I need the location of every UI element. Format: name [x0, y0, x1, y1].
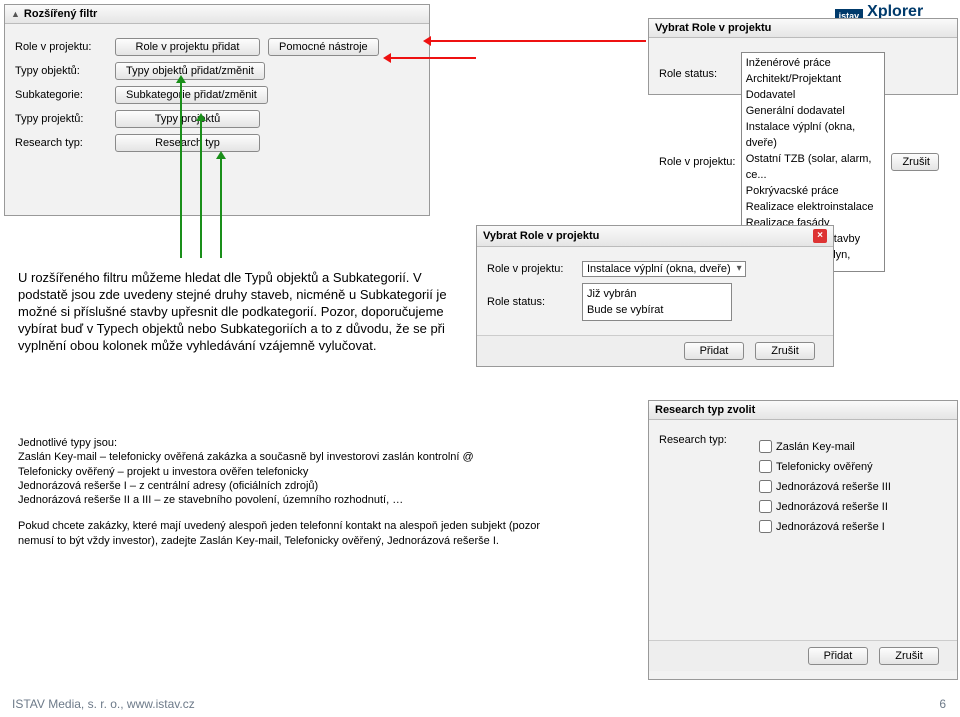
- arrow-green: [200, 116, 202, 258]
- arrow-green: [180, 78, 182, 258]
- check-item[interactable]: Jednorázová rešerše I: [755, 517, 907, 536]
- research-checklist: Zaslán Key-mail Telefonicky ověřený Jedn…: [751, 434, 911, 539]
- row-types: Typy objektů: Typy objektů přidat/změnit: [15, 62, 419, 80]
- list-item[interactable]: Dodavatel: [746, 87, 881, 103]
- label-research: Research typ:: [15, 137, 115, 149]
- list-item[interactable]: Již vybrán: [587, 286, 727, 302]
- list-item[interactable]: Instalace výplní (okna, dveře): [746, 119, 881, 151]
- label-research: Research typ:: [659, 434, 751, 446]
- arrow-green: [220, 154, 222, 258]
- checkbox[interactable]: [759, 520, 772, 533]
- check-label: Zaslán Key-mail: [776, 439, 855, 455]
- panel-header[interactable]: Vybrat Role v projektu ×: [477, 226, 833, 247]
- select-role-panel-form: Vybrat Role v projektu × Role v projektu…: [476, 225, 834, 367]
- panel-title: Vybrat Role v projektu: [483, 230, 599, 242]
- label-projtypes: Typy projektů:: [15, 113, 115, 125]
- list-item[interactable]: Architekt/Projektant: [746, 71, 881, 87]
- extended-filter-panel: ▲ Rozšířený filtr Role v projektu: Role v…: [4, 4, 430, 216]
- text-line: Zaslán Key-mail – telefonicky ověřená za…: [18, 450, 578, 464]
- row-projtypes: Typy projektů: Typy projektů: [15, 110, 419, 128]
- list-item[interactable]: Generální dodavatel: [746, 103, 881, 119]
- row-subcat: Subkategorie: Subkategorie přidat/změnit: [15, 86, 419, 104]
- status-dropdown[interactable]: Již vybrán Bude se vybírat: [582, 283, 732, 321]
- label-role: Role v projektu:: [15, 41, 115, 53]
- project-types-button[interactable]: Typy projektů: [115, 110, 260, 128]
- label-status: Role status:: [659, 68, 747, 80]
- checkbox[interactable]: [759, 480, 772, 493]
- checkbox[interactable]: [759, 440, 772, 453]
- check-label: Telefonicky ověřený: [776, 459, 873, 475]
- text-line: Jednorázová rešerše I – z centrální adre…: [18, 479, 578, 493]
- list-item[interactable]: Realizace elektroinstalace: [746, 199, 881, 215]
- check-label: Jednorázová rešerše I: [776, 519, 885, 535]
- cancel-button[interactable]: Zrušit: [755, 342, 815, 360]
- page-number: 6: [939, 697, 946, 711]
- check-item[interactable]: Jednorázová rešerše III: [755, 477, 907, 496]
- label-types: Typy objektů:: [15, 65, 115, 77]
- select-role-panel-list: Vybrat Role v projektu Role v projektu: …: [648, 18, 958, 95]
- cancel-button[interactable]: Zrušit: [879, 647, 939, 665]
- check-item[interactable]: Telefonicky ověřený: [755, 457, 907, 476]
- cancel-button[interactable]: Zrušit: [891, 153, 939, 171]
- list-item[interactable]: Inženérové práce: [746, 55, 881, 71]
- description-text-2: Jednotlivé typy jsou: Zaslán Key-mail – …: [18, 436, 578, 548]
- add-object-types-button[interactable]: Typy objektů přidat/změnit: [115, 62, 265, 80]
- panel-header[interactable]: ▲ Rozšířený filtr: [5, 5, 429, 24]
- arrow-red: [386, 57, 476, 59]
- check-label: Jednorázová rešerše II: [776, 499, 888, 515]
- list-item[interactable]: Pokrývacské práce: [746, 183, 881, 199]
- add-button[interactable]: Přidat: [684, 342, 744, 360]
- checkbox[interactable]: [759, 460, 772, 473]
- check-item[interactable]: Jednorázová rešerše II: [755, 497, 907, 516]
- row-role: Role v projektu: Role v projektu přidat …: [15, 38, 419, 56]
- arrow-red: [426, 40, 646, 42]
- description-text-1: U rozšířeného filtru můžeme hledat dle T…: [18, 270, 458, 354]
- check-item[interactable]: Zaslán Key-mail: [755, 437, 907, 456]
- text-line: Telefonicky ověřený – projekt u investor…: [18, 465, 578, 479]
- checkbox[interactable]: [759, 500, 772, 513]
- collapse-icon[interactable]: ▲: [11, 9, 20, 19]
- panel-title: Rozšířený filtr: [24, 8, 97, 20]
- close-icon[interactable]: ×: [813, 229, 827, 243]
- text-line: Jednorázová rešerše II a III – ze staveb…: [18, 493, 578, 507]
- label-status: Role status:: [487, 296, 582, 308]
- label-role: Role v projektu:: [659, 156, 741, 168]
- add-subcat-button[interactable]: Subkategorie přidat/změnit: [115, 86, 268, 104]
- role-select[interactable]: Instalace výplní (okna, dveře): [582, 261, 746, 277]
- label-role: Role v projektu:: [487, 263, 582, 275]
- helper-tools-button[interactable]: Pomocné nástroje: [268, 38, 379, 56]
- footer-company: ISTAV Media, s. r. o., www.istav.cz: [12, 697, 195, 711]
- panel-header[interactable]: Research typ zvolit: [649, 401, 957, 420]
- panel-header[interactable]: Vybrat Role v projektu: [649, 19, 957, 38]
- research-type-panel: Research typ zvolit Research typ: Zaslán…: [648, 400, 958, 680]
- check-label: Jednorázová rešerše III: [776, 479, 891, 495]
- text-line: Pokud chcete zakázky, které mají uvedený…: [18, 519, 578, 548]
- panel-title: Research typ zvolit: [655, 404, 755, 416]
- add-role-button[interactable]: Role v projektu přidat: [115, 38, 260, 56]
- list-item[interactable]: Ostatní TZB (solar, alarm, ce...: [746, 151, 881, 183]
- add-button[interactable]: Přidat: [808, 647, 868, 665]
- panel-title: Vybrat Role v projektu: [655, 22, 771, 34]
- research-type-button[interactable]: Research typ: [115, 134, 260, 152]
- list-item[interactable]: Bude se vybírat: [587, 302, 727, 318]
- text-line: Jednotlivé typy jsou:: [18, 436, 578, 450]
- label-subcat: Subkategorie:: [15, 89, 115, 101]
